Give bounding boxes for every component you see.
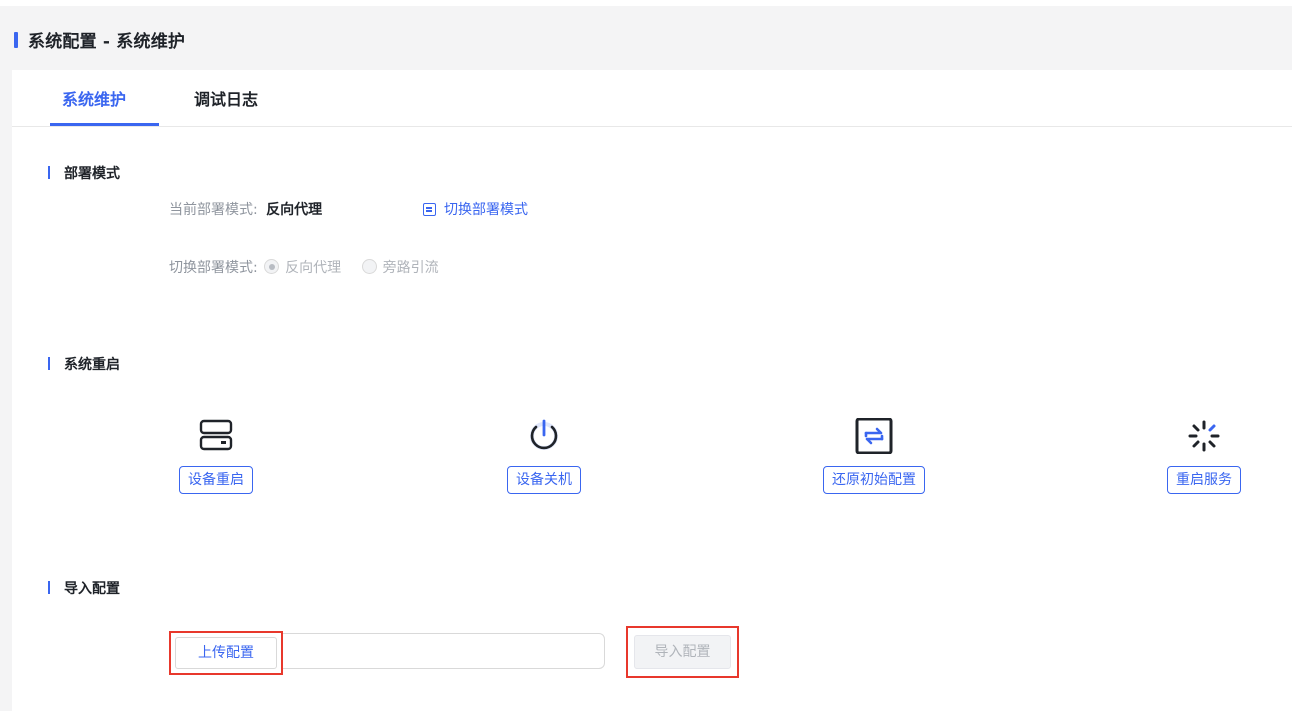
action-restart-service: 重启服务	[1158, 418, 1250, 494]
restore-icon	[855, 418, 893, 454]
active-tab-indicator	[50, 123, 159, 126]
page-title: 系统配置 - 系统维护	[28, 32, 186, 52]
section-import-config: 导入配置	[48, 578, 120, 598]
upload-config-button[interactable]: 上传配置	[175, 637, 277, 669]
restart-service-button[interactable]: 重启服务	[1167, 466, 1241, 494]
current-mode-label: 当前部署模式:	[169, 202, 258, 218]
section-accent-bar	[48, 581, 50, 594]
radio-label: 反向代理	[285, 260, 342, 276]
page-header: 系统配置 - 系统维护	[0, 6, 1292, 70]
switch-mode-label: 切换部署模式:	[169, 260, 258, 276]
action-device-shutdown: 设备关机	[500, 418, 588, 494]
section-title: 系统重启	[64, 357, 120, 373]
file-path-input[interactable]	[282, 633, 605, 669]
left-gutter	[0, 70, 12, 711]
import-highlight-box: 导入配置	[626, 626, 739, 678]
section-accent-bar	[48, 357, 50, 370]
restore-default-button[interactable]: 还原初始配置	[823, 466, 925, 494]
tab-system-maintenance[interactable]: 系统维护	[62, 86, 126, 110]
tab-debug-log[interactable]: 调试日志	[194, 86, 258, 110]
action-device-restart: 设备重启	[172, 418, 260, 494]
radio-bypass[interactable]	[361, 259, 377, 274]
section-title: 导入配置	[64, 581, 120, 597]
action-restore-default: 还原初始配置	[814, 418, 934, 494]
section-deploy-mode: 部署模式	[48, 163, 120, 183]
switch-mode-link[interactable]: 切换部署模式	[423, 199, 528, 219]
app-frame: 系统配置 - 系统维护 系统维护 调试日志 部署模式 当前部署模式: 反向代理 …	[0, 0, 1292, 711]
power-icon	[530, 419, 558, 450]
section-title: 部署模式	[64, 166, 120, 182]
device-shutdown-button[interactable]: 设备关机	[507, 466, 581, 494]
current-mode-row: 当前部署模式: 反向代理	[169, 199, 322, 219]
switch-mode-link-label: 切换部署模式	[444, 202, 528, 218]
import-config-button[interactable]: 导入配置	[634, 635, 731, 669]
section-accent-bar	[48, 166, 50, 179]
switch-mode-row: 切换部署模式: 反向代理 旁路引流	[169, 257, 453, 277]
loading-icon	[1188, 420, 1220, 452]
server-icon	[199, 419, 233, 451]
header-accent-bar	[14, 32, 18, 48]
device-restart-button[interactable]: 设备重启	[179, 466, 253, 494]
upload-highlight-box: 上传配置	[169, 631, 283, 675]
switch-icon	[423, 203, 436, 216]
section-system-restart: 系统重启	[48, 354, 120, 374]
radio-label: 旁路引流	[382, 260, 439, 276]
tab-bar: 系统维护 调试日志	[12, 70, 1292, 127]
radio-reverse-proxy[interactable]	[264, 259, 280, 274]
current-mode-value: 反向代理	[266, 202, 323, 218]
